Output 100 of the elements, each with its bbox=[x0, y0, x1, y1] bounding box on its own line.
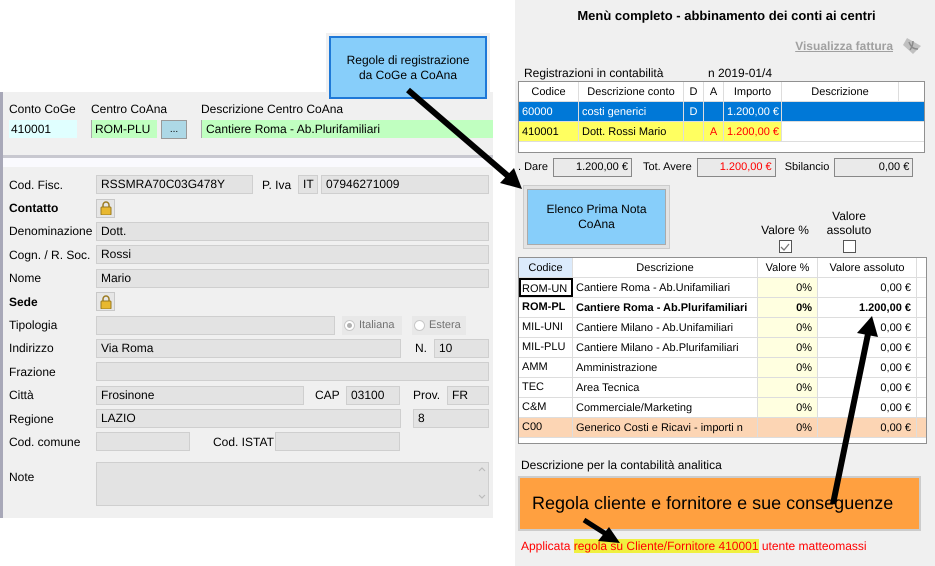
table-row[interactable]: ROM-UN Cantiere Roma - Ab.Unifamiliari 0% 0,00 € bbox=[519, 278, 926, 298]
column-header[interactable]: Descrizione bbox=[573, 258, 758, 277]
table-cell: Dott. Rossi Mario bbox=[579, 122, 684, 141]
column-header[interactable]: Codice bbox=[519, 82, 579, 101]
table-cell: 0,00 € bbox=[818, 398, 917, 417]
text-field[interactable]: 03100 bbox=[346, 386, 400, 405]
text-field[interactable]: RSSMRA70C03G478Y bbox=[96, 175, 253, 194]
text-field[interactable] bbox=[96, 432, 190, 452]
field-label: Cod. Fisc. bbox=[9, 176, 64, 194]
note-field[interactable] bbox=[96, 462, 489, 506]
total-label: . Dare bbox=[518, 160, 548, 175]
table-cell: 0,00 € bbox=[818, 358, 917, 377]
panel-title: Menù completo - abbinamento dei conti ai centri bbox=[576, 7, 877, 22]
field-label: Conto CoGe bbox=[9, 101, 77, 118]
text-field[interactable] bbox=[96, 362, 489, 382]
total-label: Tot. Avere bbox=[642, 160, 692, 175]
prima-nota-button[interactable]: Elenco Prima Nota CoAna bbox=[527, 189, 666, 245]
table-cell: ROM-PL bbox=[519, 298, 573, 317]
table-cell: 0% bbox=[758, 298, 818, 317]
description-field[interactable]: Regola cliente e fornitore e sue conseguenze bbox=[518, 476, 921, 531]
table-cell: 0,00 € bbox=[818, 338, 917, 357]
table-cell: 0% bbox=[758, 318, 818, 337]
radio-option[interactable]: Estera bbox=[412, 316, 466, 335]
column-header[interactable]: Valore % bbox=[758, 258, 818, 277]
text-field[interactable]: FR bbox=[447, 386, 489, 405]
table-cell: A bbox=[704, 122, 724, 141]
field-label: N. bbox=[415, 340, 428, 358]
table-cell: costi generici bbox=[579, 102, 684, 121]
text-field[interactable]: Mario bbox=[96, 268, 489, 288]
text-field[interactable]: 10 bbox=[434, 338, 489, 358]
table-cell: 0% bbox=[758, 418, 818, 437]
section-label: Registrazioni in contabilità bbox=[524, 64, 664, 82]
table-cell: 410001 bbox=[519, 122, 579, 141]
total-label: Sbilancio bbox=[784, 160, 830, 175]
column-header[interactable]: Descrizione conto bbox=[579, 82, 684, 101]
field-label: Centro CoAna bbox=[91, 101, 168, 118]
field-label: Città bbox=[9, 387, 35, 404]
field-label: Cod. comune bbox=[9, 434, 82, 451]
field-label: Tipologia bbox=[9, 317, 58, 334]
table-row[interactable]: 410001 Dott. Rossi Mario A 1.200,00 € bbox=[519, 122, 924, 142]
table-row[interactable]: TEC Area Tecnica 0% 0,00 € bbox=[519, 378, 926, 398]
table-cell: MIL-UNI bbox=[519, 318, 573, 337]
checkbox[interactable] bbox=[778, 240, 792, 253]
text-field[interactable] bbox=[275, 432, 400, 452]
total-field: 1.200,00 € bbox=[552, 158, 632, 176]
text-field[interactable]: Rossi bbox=[96, 245, 489, 264]
text-field[interactable] bbox=[96, 316, 335, 335]
table-cell: 0,00 € bbox=[818, 278, 917, 297]
option-label: Valore assoluto bbox=[826, 209, 872, 237]
table-row[interactable]: 60000 costi generici D 1.200,00 € bbox=[519, 102, 924, 122]
table-row[interactable]: C00 Generico Costi e Ricavi - importi n 0% 0,00 € bbox=[519, 418, 926, 438]
lock-icon[interactable] bbox=[96, 198, 115, 218]
field-label: Denominazione bbox=[9, 223, 94, 240]
table-cell: MIL-PLU bbox=[519, 338, 573, 357]
registration-number: n 2019-01/4 bbox=[708, 64, 772, 82]
text-field[interactable]: Via Roma bbox=[96, 338, 401, 358]
field-label: Note bbox=[9, 468, 36, 486]
column-header[interactable]: D bbox=[684, 82, 704, 101]
table-row[interactable]: AMM Amministrazione 0% 0,00 € bbox=[519, 358, 926, 378]
table-cell: TEC bbox=[519, 378, 573, 397]
table-cell bbox=[684, 122, 704, 141]
table-cell: 0% bbox=[758, 378, 818, 397]
radio-option[interactable]: Italiana bbox=[342, 316, 402, 335]
field-label: P. Iva bbox=[262, 176, 292, 194]
table-cell: Generico Costi e Ricavi - importi n bbox=[573, 418, 758, 437]
column-header[interactable]: Importo bbox=[724, 82, 782, 101]
table-row[interactable]: ROM-PL Cantiere Roma - Ab.Plurifamiliari 0% 1.200,00 € bbox=[519, 298, 926, 318]
column-header[interactable]: Codice bbox=[519, 258, 573, 277]
field-label: Cod. ISTAT bbox=[213, 434, 275, 451]
lock-icon[interactable] bbox=[96, 292, 115, 312]
text-field[interactable]: IT bbox=[298, 175, 318, 194]
field-label: Regione bbox=[9, 410, 55, 428]
field-label: Prov. bbox=[413, 387, 442, 404]
rule-button[interactable]: Regole di registrazione da CoGe a CoAna bbox=[329, 36, 487, 99]
column-header[interactable]: A bbox=[704, 82, 724, 101]
text-field[interactable]: 410001 bbox=[9, 120, 77, 138]
field-label: Nome bbox=[9, 270, 42, 288]
field-label: Sede bbox=[9, 294, 39, 311]
text-field[interactable]: 07946271009 bbox=[321, 175, 489, 194]
checkbox[interactable] bbox=[842, 240, 856, 253]
total-field: 1.200,00 € bbox=[696, 158, 776, 176]
field-label: Indirizzo bbox=[9, 340, 55, 358]
table-cell: 0% bbox=[758, 398, 818, 417]
field-label: Cogn. / R. Soc. bbox=[9, 246, 92, 264]
field-label: Frazione bbox=[9, 364, 57, 381]
text-field[interactable]: 8 bbox=[413, 409, 489, 428]
browse-button[interactable]: ... bbox=[161, 120, 187, 139]
text-field[interactable]: ROM-PLU bbox=[91, 120, 157, 138]
text-field[interactable]: Cantiere Roma - Ab.Plurifamiliari bbox=[201, 120, 493, 138]
column-header[interactable]: Valore assoluto bbox=[818, 258, 917, 277]
field-label: CAP bbox=[315, 387, 341, 404]
table-cell: 0% bbox=[758, 358, 818, 377]
text-field[interactable]: Frosinone bbox=[96, 386, 304, 405]
column-header[interactable]: Descrizione bbox=[782, 82, 899, 101]
field-label: Contatto bbox=[9, 200, 60, 218]
table-cell: 0,00 € bbox=[818, 418, 917, 437]
table-row[interactable]: MIL-PLU Cantiere Milano - Ab.Plurifamiliari 0% 0,00 € bbox=[519, 338, 926, 358]
text-field[interactable]: LAZIO bbox=[96, 409, 401, 428]
arrow bbox=[582, 518, 620, 543]
text-field[interactable]: Dott. bbox=[96, 222, 489, 241]
